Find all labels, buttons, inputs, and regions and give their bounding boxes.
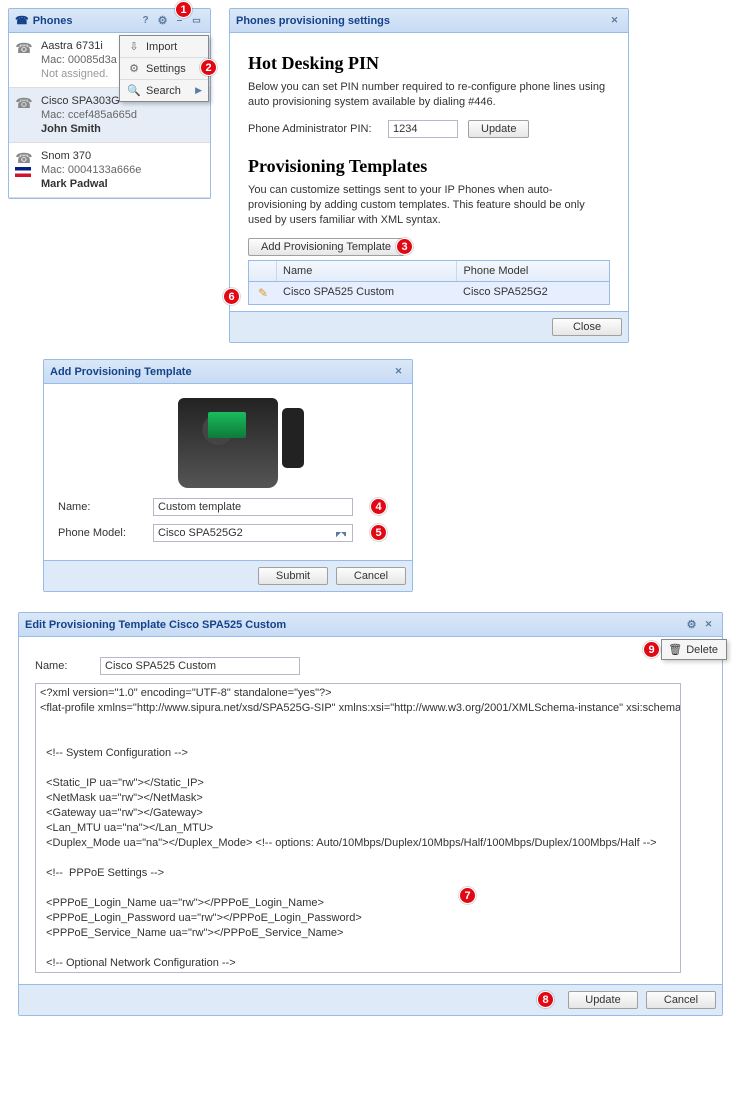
xml-editor[interactable]: <?xml version="1.0" encoding="UTF-8" sta… bbox=[35, 683, 681, 973]
add-dialog-title: Add Provisioning Template bbox=[50, 366, 192, 378]
templates-desc: You can customize settings sent to your … bbox=[248, 183, 610, 228]
phones-panel: ☎ Phones 1 ⇩ Import ⚙ Settings 2 🔍 Searc… bbox=[8, 8, 211, 199]
flag-uk-icon bbox=[15, 167, 31, 177]
name-label: Name: bbox=[58, 501, 153, 513]
callout-3: 3 bbox=[396, 238, 413, 255]
grid-header: Name Phone Model bbox=[249, 261, 609, 282]
add-dialog-footer: Submit Cancel bbox=[44, 560, 412, 591]
templates-grid: Name Phone Model Cisco SPA525 Custom Cis… bbox=[248, 260, 610, 305]
phone-device-icon bbox=[15, 149, 33, 167]
templates-heading: Provisioning Templates bbox=[248, 156, 610, 177]
callout-8: 8 bbox=[537, 991, 554, 1008]
submit-button[interactable]: Submit bbox=[258, 567, 328, 585]
phone-model-select[interactable]: Cisco SPA525G2 bbox=[153, 524, 353, 542]
callout-1: 1 bbox=[175, 1, 192, 18]
delete-popup[interactable]: Delete bbox=[661, 639, 727, 660]
menu-settings-label: Settings bbox=[146, 63, 186, 75]
edit-name-label: Name: bbox=[35, 660, 100, 672]
import-icon: ⇩ bbox=[126, 40, 142, 53]
close-icon[interactable] bbox=[701, 617, 716, 632]
row-model: Cisco SPA525G2 bbox=[457, 282, 609, 304]
phones-context-menu: ⇩ Import ⚙ Settings 2 🔍 Search ▶ bbox=[119, 35, 209, 102]
menu-search-label: Search bbox=[146, 85, 181, 97]
callout-4: 4 bbox=[370, 498, 387, 515]
phone-mac: Mac: ccef485a665d bbox=[41, 108, 202, 122]
close-icon[interactable] bbox=[391, 364, 406, 379]
settings-icon: ⚙ bbox=[126, 62, 142, 75]
trash-icon bbox=[668, 643, 682, 656]
edit-icon[interactable] bbox=[258, 288, 268, 300]
hotdesk-desc: Below you can set PIN number required to… bbox=[248, 80, 610, 110]
phone-mac: Mac: 0004133a666e bbox=[41, 163, 202, 177]
col-name: Name bbox=[277, 261, 457, 281]
edit-template-panel: Edit Provisioning Template Cisco SPA525 … bbox=[18, 612, 723, 1016]
table-row[interactable]: Cisco SPA525 Custom Cisco SPA525G2 bbox=[249, 282, 609, 304]
close-icon[interactable] bbox=[607, 13, 622, 28]
search-icon: 🔍 bbox=[126, 84, 142, 97]
callout-9: 9 bbox=[643, 641, 660, 658]
row-name: Cisco SPA525 Custom bbox=[277, 282, 457, 304]
gear-icon[interactable] bbox=[155, 13, 170, 28]
phone-item[interactable]: Snom 370 Mac: 0004133a666e Mark Padwal bbox=[9, 143, 210, 198]
callout-7: 7 bbox=[459, 887, 476, 904]
cancel-button[interactable]: Cancel bbox=[336, 567, 406, 585]
gear-icon[interactable] bbox=[684, 617, 699, 632]
model-label: Phone Model: bbox=[58, 527, 153, 539]
phone-icon: ☎ bbox=[15, 14, 29, 27]
template-name-input[interactable] bbox=[153, 498, 353, 516]
phone-owner: Mark Padwal bbox=[41, 177, 202, 191]
phone-device-icon bbox=[15, 94, 33, 112]
col-model: Phone Model bbox=[457, 261, 609, 281]
phone-owner: John Smith bbox=[41, 122, 202, 136]
add-template-dialog: Add Provisioning Template Name: 4 Phone … bbox=[43, 359, 413, 592]
menu-import[interactable]: ⇩ Import bbox=[120, 36, 208, 58]
pin-input[interactable] bbox=[388, 120, 458, 138]
settings-footer: Close bbox=[230, 311, 628, 342]
hotdesk-heading: Hot Desking PIN bbox=[248, 53, 610, 74]
provisioning-settings-panel: Phones provisioning settings Hot Desking… bbox=[229, 8, 629, 343]
add-dialog-header: Add Provisioning Template bbox=[44, 360, 412, 384]
edit-panel-header: Edit Provisioning Template Cisco SPA525 … bbox=[19, 613, 722, 637]
close-button[interactable]: Close bbox=[552, 318, 622, 336]
phone-model: Snom 370 bbox=[41, 149, 202, 163]
chevron-right-icon: ▶ bbox=[195, 85, 202, 96]
cancel-button[interactable]: Cancel bbox=[646, 991, 716, 1009]
callout-6: 6 bbox=[223, 288, 240, 305]
edit-panel-title: Edit Provisioning Template Cisco SPA525 … bbox=[25, 619, 286, 631]
edit-footer: 8 Update Cancel bbox=[19, 984, 722, 1015]
menu-search[interactable]: 🔍 Search ▶ bbox=[120, 80, 208, 101]
settings-panel-title: Phones provisioning settings bbox=[236, 15, 390, 27]
menu-settings[interactable]: ⚙ Settings 2 bbox=[120, 58, 208, 80]
collapse-icon[interactable] bbox=[189, 13, 204, 28]
phone-image bbox=[178, 398, 278, 488]
phones-panel-title: Phones bbox=[33, 15, 73, 27]
menu-import-label: Import bbox=[146, 41, 177, 53]
help-icon[interactable] bbox=[138, 13, 153, 28]
settings-panel-header: Phones provisioning settings bbox=[230, 9, 628, 33]
callout-2: 2 bbox=[200, 59, 217, 76]
delete-label: Delete bbox=[686, 644, 718, 656]
update-button[interactable]: Update bbox=[568, 991, 638, 1009]
callout-5: 5 bbox=[370, 524, 387, 541]
pin-update-button[interactable]: Update bbox=[468, 120, 529, 138]
add-template-button[interactable]: Add Provisioning Template bbox=[248, 238, 404, 256]
edit-name-input[interactable] bbox=[100, 657, 300, 675]
pin-label: Phone Administrator PIN: bbox=[248, 123, 388, 135]
phone-device-icon bbox=[15, 39, 33, 57]
